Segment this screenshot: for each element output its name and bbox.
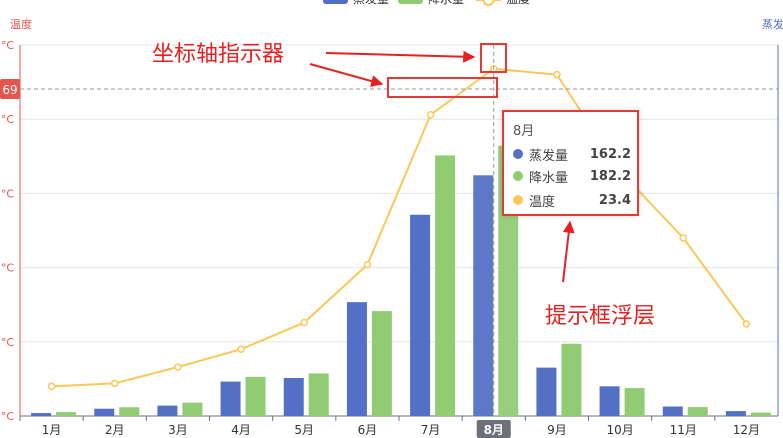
arrow-to-top-box [325, 50, 476, 63]
tooltip-dot-temperature [513, 195, 523, 205]
tooltip-name: 蒸发量 [529, 148, 569, 164]
bar-precipitation [750, 412, 771, 416]
bar-evaporation [473, 175, 494, 416]
y-axis-name-right: 蒸发 [762, 17, 783, 31]
x-tick-label: 10月 [606, 423, 633, 437]
x-tick-label: 9月 [547, 423, 567, 437]
temperature-point [47, 382, 56, 391]
arrow-to-mid-box [309, 63, 384, 87]
temperature-point [363, 260, 372, 269]
annotation-tooltip: 提示框浮层 [545, 304, 655, 329]
x-tick-label: 1月 [42, 423, 62, 437]
y-tick-label: °C [1, 410, 15, 423]
tooltip-name: 降水量 [529, 170, 569, 186]
y-tick-label: °C [1, 113, 15, 126]
bar-evaporation [725, 411, 746, 416]
x-tick-label: 5月 [294, 423, 314, 437]
bar-evaporation [94, 408, 115, 416]
tooltip-value: 182.2 [589, 168, 631, 184]
bar-precipitation [624, 388, 645, 416]
legend-swatch [398, 0, 423, 4]
bar-evaporation [346, 302, 367, 416]
arrow-to-tooltip [562, 220, 575, 283]
annotation-box-mid [387, 77, 498, 98]
bar-evaporation [157, 405, 178, 416]
x-tick-label: 12月 [733, 423, 760, 437]
temperature-point [174, 363, 182, 371]
bar-precipitation [182, 402, 203, 416]
x-tick-label: 7月 [421, 423, 441, 437]
legend-label: 降水量 [428, 0, 464, 6]
tooltip: 8月 蒸发量 162.2 降水量 182.2 温度 23.4 [502, 110, 639, 216]
x-tick-label: 3月 [168, 423, 188, 437]
bar-precipitation [435, 155, 456, 416]
tooltip-value: 162.2 [589, 146, 631, 162]
bar-precipitation [371, 311, 392, 416]
bar-precipitation [245, 376, 266, 416]
bar-evaporation [599, 386, 620, 416]
bar-evaporation [220, 381, 241, 416]
bar-precipitation [308, 373, 329, 416]
temperature-point [111, 379, 119, 388]
temperature-point [679, 234, 687, 242]
x-tick-label: 4月 [231, 423, 251, 437]
x-tick-label: 8月 [484, 423, 504, 437]
bar-evaporation [662, 406, 683, 416]
temperature-line [47, 64, 751, 391]
bar-evaporation [31, 413, 52, 416]
grid-lines [20, 44, 778, 417]
tooltip-row-temperature: 温度 23.4 [513, 190, 631, 210]
x-tick-label: 11月 [670, 423, 697, 437]
temperature-point [237, 345, 245, 353]
x-tick-label: 6月 [358, 423, 378, 437]
y-tick-label: °C [1, 187, 15, 200]
legend-label: 蒸发量 [353, 0, 389, 6]
x-axis: 1月 2月 3月 4月 5月 6月 7月 8月 9月 10月 11月 12月 [19, 416, 760, 438]
y-tick-label: °C [1, 336, 15, 349]
x-tick-label: 2月 [105, 423, 125, 437]
chart-svg: 1月 2月 3月 4月 5月 6月 7月 8月 9月 10月 11月 12月 °C °C °C °C °C °C… [0, 0, 783, 438]
chart-stage: 1月 2月 3月 4月 5月 6月 7月 8月 9月 10月 11月 12月 °C °C °C °C °C °C… [0, 0, 783, 438]
bar-precipitation [56, 412, 77, 416]
legend: 蒸发量 降水量 温度 [323, 0, 530, 6]
y-tick-label: °C [1, 262, 15, 275]
bar-evaporation [536, 367, 557, 416]
temperature-point [300, 318, 308, 327]
tooltip-dot-evaporation [513, 149, 523, 159]
tooltip-value: 23.4 [598, 192, 631, 208]
bar-precipitation [687, 407, 708, 416]
legend-swatch [323, 0, 348, 4]
tooltip-row-evaporation: 蒸发量 162.2 [513, 144, 631, 164]
temperature-line-path [51, 67, 748, 388]
bar-evaporation [410, 214, 431, 416]
y-tick-label: °C [1, 39, 15, 52]
axis-pointer-value-label: 69 [2, 83, 17, 97]
temperature-point [553, 70, 561, 79]
legend-label: 温度 [506, 0, 530, 6]
temperature-point [426, 110, 435, 119]
tooltip-title: 8月 [513, 124, 535, 139]
bar-precipitation [119, 407, 140, 416]
legend-swatch-point [482, 0, 495, 6]
temperature-point [742, 320, 751, 328]
tooltip-row-precipitation: 降水量 182.2 [513, 166, 631, 186]
annotation-axis-pointer: 坐标轴指示器 [152, 42, 284, 67]
tooltip-dot-precipitation [513, 171, 523, 181]
tooltip-name: 温度 [529, 194, 556, 210]
bar-precipitation [561, 343, 582, 416]
y-axis-name-left: 温度 [10, 17, 32, 31]
bar-evaporation [283, 378, 304, 416]
